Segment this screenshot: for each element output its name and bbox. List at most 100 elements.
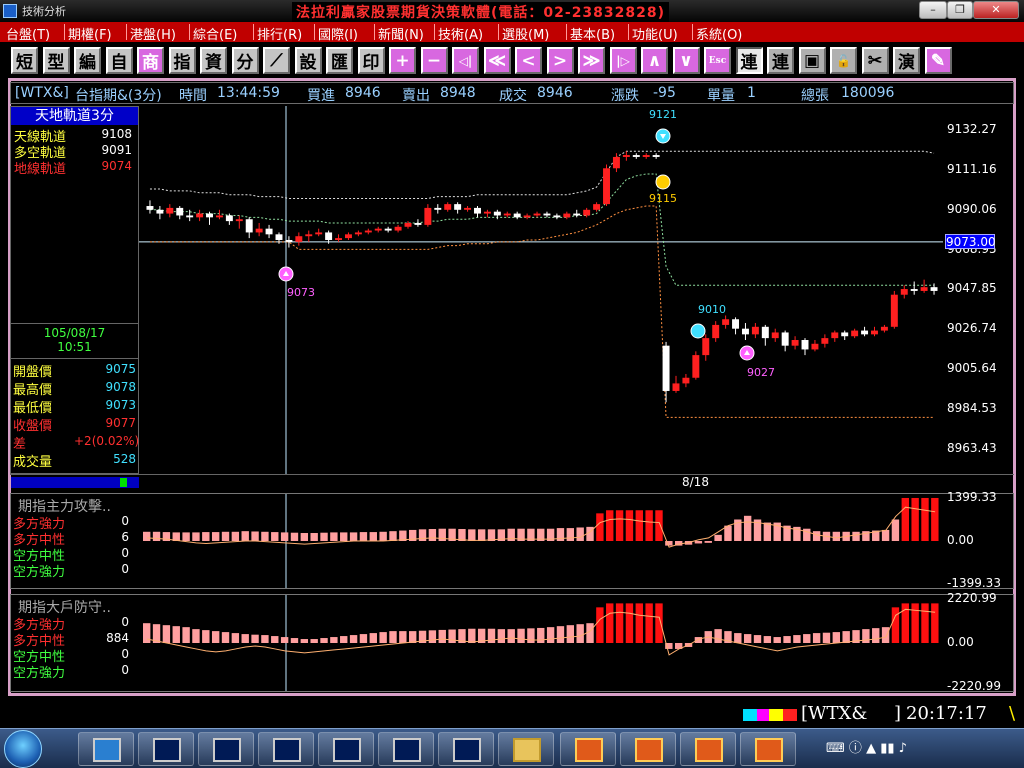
candle-body[interactable] <box>513 213 521 218</box>
candle-body[interactable] <box>295 236 303 242</box>
candle-body[interactable] <box>603 168 610 205</box>
candle-body[interactable] <box>325 232 333 240</box>
taskbar-app-browser[interactable] <box>78 732 134 766</box>
taskbar-app-chart-5[interactable] <box>378 732 434 766</box>
candle-body[interactable] <box>722 319 730 325</box>
candle-body[interactable] <box>821 338 829 344</box>
candle-body[interactable] <box>761 326 769 339</box>
toolbar-button-8[interactable]: ⟋ <box>263 47 290 74</box>
help-icon[interactable]: ⓘ <box>849 741 862 756</box>
candle-body[interactable] <box>245 219 253 233</box>
taskbar-app-chart-4[interactable] <box>318 732 374 766</box>
candle-body[interactable] <box>573 213 581 216</box>
toolbar-button-16[interactable]: < <box>515 47 542 74</box>
taskbar-app-chart-2[interactable] <box>198 732 254 766</box>
close-button[interactable]: ✕ <box>973 1 1019 19</box>
candle-body[interactable] <box>414 223 422 225</box>
candle-body[interactable] <box>493 211 501 216</box>
toolbar-button-27[interactable]: ✂ <box>861 47 889 74</box>
time-scrollbar[interactable]: 8/18 <box>10 474 1014 489</box>
menu-item-2[interactable]: 港盤(H) <box>130 24 176 43</box>
toolbar-button-28[interactable]: 演 <box>893 47 920 74</box>
candle-body[interactable] <box>265 228 273 235</box>
taskbar-app-chart-6[interactable] <box>438 732 494 766</box>
toolbar-button-13[interactable]: − <box>420 47 448 74</box>
taskbar-app-10[interactable] <box>740 732 796 766</box>
candle-body[interactable] <box>444 204 452 210</box>
toolbar-button-29[interactable]: ✎ <box>924 47 952 74</box>
candle-body[interactable] <box>374 228 382 231</box>
menu-item-6[interactable]: 新聞(N) <box>378 24 424 43</box>
big-holder-chart[interactable] <box>139 595 943 691</box>
candle-body[interactable] <box>394 226 402 231</box>
toolbar-button-11[interactable]: 印 <box>357 47 385 74</box>
candle-body[interactable] <box>861 330 869 335</box>
toolbar-button-25[interactable]: ▣ <box>798 47 826 74</box>
toolbar-button-0[interactable]: 短 <box>11 47 38 74</box>
candle-body[interactable] <box>196 213 204 218</box>
candle-body[interactable] <box>583 209 591 216</box>
candle-body[interactable] <box>622 155 630 157</box>
menu-item-1[interactable]: 期權(F) <box>68 24 112 43</box>
candle-body[interactable] <box>186 215 194 218</box>
candle-body[interactable] <box>454 204 462 210</box>
candle-body[interactable] <box>563 213 571 218</box>
toolbar-button-20[interactable]: ∧ <box>641 47 668 74</box>
toolbar-button-6[interactable]: 資 <box>200 47 227 74</box>
candle-body[interactable] <box>275 234 283 240</box>
toolbar-button-9[interactable]: 設 <box>294 47 322 74</box>
candle-body[interactable] <box>871 330 878 335</box>
candle-body[interactable] <box>851 330 859 337</box>
candlestick-chart[interactable]: 9121 9115 9073 9010 9027 <box>139 106 943 474</box>
candle-body[interactable] <box>235 219 243 222</box>
toolbar-button-10[interactable]: 匯 <box>326 47 353 74</box>
toolbar-button-4[interactable]: 商 <box>137 47 164 74</box>
candle-body[interactable] <box>464 207 472 210</box>
menu-item-9[interactable]: 基本(B) <box>570 24 615 43</box>
candle-body[interactable] <box>632 155 640 157</box>
taskbar-folder[interactable] <box>498 732 554 766</box>
candle-body[interactable] <box>593 204 601 210</box>
main-force-chart[interactable] <box>139 494 943 588</box>
candle-body[interactable] <box>930 287 938 291</box>
candle-body[interactable] <box>612 156 620 169</box>
taskbar-app-7[interactable] <box>560 732 616 766</box>
candle-body[interactable] <box>672 383 680 391</box>
keyboard-icon[interactable]: ⌨ <box>826 741 845 756</box>
candle-body[interactable] <box>364 230 372 233</box>
candle-body[interactable] <box>771 332 779 339</box>
taskbar-app-9[interactable] <box>680 732 736 766</box>
candle-body[interactable] <box>543 213 551 216</box>
toolbar-button-14[interactable]: ◁| <box>452 47 479 74</box>
candle-body[interactable] <box>910 289 918 291</box>
candle-body[interactable] <box>305 234 313 237</box>
candle-body[interactable] <box>533 213 541 216</box>
candle-body[interactable] <box>255 228 263 233</box>
network-icon[interactable]: ▮▮ <box>880 741 894 756</box>
candle-body[interactable] <box>811 343 819 350</box>
candle-body[interactable] <box>335 238 343 240</box>
candle-body[interactable] <box>176 207 184 216</box>
toolbar-button-23[interactable]: 連 <box>735 47 763 74</box>
candle-body[interactable] <box>384 228 392 231</box>
candle-body[interactable] <box>215 215 223 218</box>
candle-body[interactable] <box>553 215 561 218</box>
toolbar-button-15[interactable]: ≪ <box>483 47 511 74</box>
taskbar-app-chart-3[interactable] <box>258 732 314 766</box>
candle-body[interactable] <box>315 232 323 235</box>
candle-body[interactable] <box>732 319 740 329</box>
toolbar-button-24[interactable]: 連 <box>767 47 794 74</box>
toolbar-button-12[interactable]: + <box>389 47 416 74</box>
toolbar-button-1[interactable]: 型 <box>42 47 70 74</box>
candle-body[interactable] <box>474 207 481 214</box>
candle-body[interactable] <box>424 207 432 225</box>
candle-body[interactable] <box>801 340 809 350</box>
candle-body[interactable] <box>523 215 531 218</box>
candle-body[interactable] <box>483 211 491 214</box>
annotation-marker-1[interactable] <box>655 174 671 190</box>
candle-body[interactable] <box>344 234 352 239</box>
candle-body[interactable] <box>741 328 749 335</box>
candle-body[interactable] <box>354 232 362 235</box>
toolbar-button-18[interactable]: ≫ <box>578 47 605 74</box>
toolbar-button-26[interactable]: 🔓 <box>830 47 857 74</box>
